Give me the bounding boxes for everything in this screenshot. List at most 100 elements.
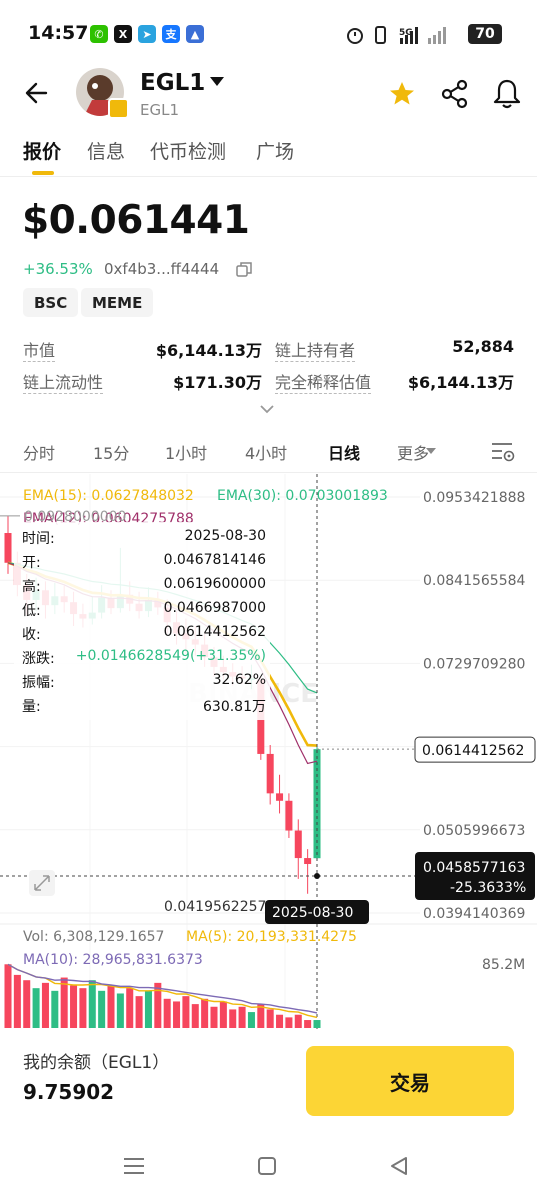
expand-chevron-down-icon[interactable]: [259, 404, 275, 416]
telegram-icon: ➤: [138, 25, 156, 43]
back-triangle-icon[interactable]: [389, 1156, 409, 1176]
chart-settings-icon[interactable]: [490, 440, 516, 464]
ema15-label: EMA(15): 0.0627848032: [23, 488, 194, 504]
current-price: $0.061441: [22, 198, 250, 243]
volume-bar: [79, 988, 87, 1028]
token-subtitle: EGL1: [140, 101, 180, 119]
info-row: 量: 630.81万: [22, 696, 266, 720]
timeframe-4[interactable]: 日线: [328, 440, 360, 464]
candle-body: [266, 753, 274, 794]
y-tick-label: 0.0394140369: [423, 906, 525, 922]
volume-bar: [173, 1001, 181, 1028]
timeframe-0[interactable]: 分时: [23, 440, 55, 464]
candle-body: [4, 533, 12, 563]
tab-3[interactable]: 广场: [256, 137, 294, 164]
more-caret-icon[interactable]: [425, 446, 437, 456]
info-key: 时间:: [22, 531, 55, 547]
share-icon[interactable]: [440, 79, 470, 109]
timeframe-3[interactable]: 4小时: [245, 440, 287, 464]
copy-icon[interactable]: [236, 261, 252, 277]
tabs-divider: [0, 176, 537, 177]
volume-bar: [135, 996, 143, 1028]
tab-0[interactable]: 报价: [23, 137, 61, 164]
y-tick-label: 0.0953421888: [423, 490, 525, 506]
home-square-icon[interactable]: [257, 1156, 277, 1176]
volume-bar: [210, 1006, 218, 1028]
volume-bar: [51, 990, 59, 1028]
volume-bar: [182, 996, 190, 1028]
info-value: 0.0619600000: [163, 576, 266, 592]
info-key: 开:: [22, 555, 41, 571]
alarm-icon: [347, 28, 363, 44]
crosshair-pct-text: -25.3633%: [450, 880, 526, 896]
tab-1[interactable]: 信息: [87, 137, 125, 164]
volume-bar: [144, 990, 152, 1028]
info-key: 量:: [22, 699, 41, 715]
info-row: 振幅: 32.62%: [22, 672, 266, 696]
contract-address[interactable]: 0xf4b3...ff4444: [104, 260, 219, 278]
info-value: 0.0466987000: [163, 600, 266, 616]
info-row: 低: 0.0466987000: [22, 600, 266, 624]
volume-label: Vol: 6,308,129.1657: [23, 929, 164, 945]
price-change-percent: +36.53%: [23, 260, 93, 278]
signal2-icon: [428, 27, 446, 44]
stat-label: 完全稀释估值: [275, 369, 372, 394]
chain-tag[interactable]: BSC: [23, 288, 79, 317]
ma10-label: MA(10): 28,965,831.6373: [23, 952, 203, 968]
candle-body: [285, 800, 293, 831]
info-value: 0.0467814146: [163, 552, 266, 568]
volume-bar: [41, 982, 49, 1028]
volume-bar: [70, 985, 78, 1028]
stat-value: 52,884: [452, 337, 514, 356]
balance-label: 我的余额（EGL1）: [23, 1053, 170, 1073]
volume-bar: [60, 977, 68, 1028]
volume-bar: [98, 990, 106, 1028]
favorite-star-icon[interactable]: [388, 80, 416, 108]
chain-tag[interactable]: MEME: [81, 288, 154, 317]
volume-bar: [294, 1014, 302, 1028]
token-title[interactable]: EGL1: [140, 70, 205, 96]
volume-bar: [107, 985, 115, 1028]
volume-bar: [116, 993, 124, 1028]
stat-value: $6,144.13万: [407, 373, 514, 392]
volume-bar: [13, 974, 21, 1028]
dropdown-caret-icon[interactable]: [209, 76, 225, 88]
chart-expand-icon[interactable]: [29, 870, 55, 896]
stat-value: $6,144.13万: [155, 341, 262, 360]
volume-bar: [229, 1009, 237, 1028]
crosshair-dot: [314, 873, 320, 879]
stat-label: 市值: [23, 337, 56, 362]
info-key: 低:: [22, 603, 41, 619]
info-key: 高:: [22, 579, 41, 595]
info-value: 2025-08-30: [184, 528, 266, 544]
crosshair-date-text: 2025-08-30: [272, 905, 353, 921]
timeframe-divider: [0, 472, 537, 473]
volume-bar: [304, 1020, 312, 1028]
info-row: 时间: 2025-08-30: [22, 528, 266, 552]
info-value: 32.62%: [212, 672, 266, 688]
stat-value: $171.30万: [173, 373, 262, 392]
timeframe-1[interactable]: 15分: [93, 440, 129, 464]
crosshair-price-text: 0.0458577163: [423, 860, 525, 876]
volume-bar: [4, 964, 12, 1028]
info-value: 0.0614412562: [163, 624, 266, 640]
trade-button[interactable]: 交易: [306, 1046, 514, 1116]
info-key: 涨跌:: [22, 651, 55, 667]
info-key: 收:: [22, 627, 41, 643]
bell-notification-icon[interactable]: [492, 78, 522, 110]
menu-icon[interactable]: [123, 1157, 145, 1175]
y-tick-label: 0.0729709280: [423, 656, 525, 672]
volume-bar: [313, 1020, 321, 1028]
stat-label: 链上持有者: [275, 337, 356, 362]
period-low-label: 0.0419562257: [164, 899, 266, 915]
back-arrow-icon[interactable]: [24, 79, 52, 107]
battery-icon: 70: [468, 24, 502, 44]
tab-2[interactable]: 代币检测: [150, 137, 226, 164]
status-bar: 14:57 ✆ X ➤ 支 ▲ 5G 70: [0, 0, 537, 68]
status-icons: 5G: [347, 26, 446, 44]
volume-bar: [126, 988, 134, 1028]
timeframe-2[interactable]: 1小时: [165, 440, 207, 464]
volume-bar: [23, 980, 31, 1028]
wechat-icon: ✆: [90, 25, 108, 43]
y-tick-label: 0.0505996673: [423, 823, 525, 839]
